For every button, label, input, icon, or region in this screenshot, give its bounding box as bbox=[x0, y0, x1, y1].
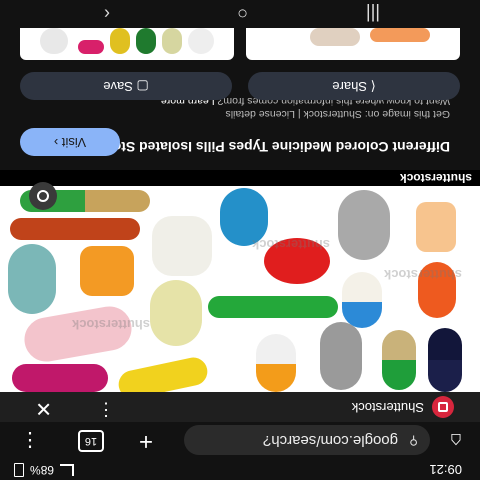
more-vert-icon[interactable]: ⋮ bbox=[97, 399, 115, 420]
watermark: shutterstock bbox=[251, 237, 330, 252]
result-details: Different Colored Medicine Types Pills I… bbox=[0, 70, 480, 170]
pill-magenta-oval bbox=[12, 364, 108, 392]
menu-icon[interactable]: ⋮ bbox=[20, 426, 40, 454]
home-button-icon[interactable]: ○ bbox=[237, 3, 248, 24]
related-pill bbox=[110, 28, 130, 54]
battery-icon bbox=[14, 463, 24, 477]
visit-button[interactable]: Visit › bbox=[20, 128, 120, 156]
image-credit-label: shutterstock bbox=[399, 171, 472, 185]
pill-teal-oval bbox=[8, 244, 56, 314]
status-bar: 09:21 68% bbox=[0, 458, 480, 480]
signal-icon bbox=[60, 464, 75, 476]
pill-white-round bbox=[152, 216, 212, 276]
related-pill bbox=[136, 28, 156, 54]
related-image[interactable] bbox=[20, 28, 234, 60]
status-icons: 68% bbox=[14, 463, 75, 477]
back-icon[interactable]: ‹ bbox=[104, 3, 110, 24]
share-button[interactable]: ⟨ Share bbox=[248, 72, 460, 100]
image-panel-header: Shutterstock ⋮ ✕ bbox=[0, 392, 480, 422]
add-tab-icon[interactable]: + bbox=[132, 427, 160, 455]
image-source-line: Get this image on: Shutterstock | Licens… bbox=[225, 108, 450, 120]
pill-grey-oval bbox=[320, 322, 362, 390]
share-label: Share bbox=[332, 79, 368, 94]
related-images bbox=[0, 28, 480, 70]
pill-orange-square bbox=[80, 246, 134, 296]
related-pill bbox=[188, 28, 214, 54]
watermark: shutterstock bbox=[71, 317, 150, 332]
tabs-icon[interactable]: 16 bbox=[78, 430, 104, 452]
screen: 09:21 68% ⌂ ⚲ google.com/search? + 16 ⋮ … bbox=[0, 0, 480, 480]
related-pill bbox=[78, 40, 104, 54]
site-settings-icon[interactable]: ⚲ bbox=[409, 434, 418, 448]
preview-image[interactable]: shutterstock shutterstock shutterstock s… bbox=[0, 170, 480, 392]
pill-orange-white-capsule bbox=[256, 334, 296, 392]
related-pill bbox=[162, 28, 182, 54]
save-label: Save bbox=[103, 79, 133, 94]
visit-label: Visit bbox=[61, 135, 87, 150]
source-name[interactable]: Shutterstock bbox=[352, 400, 424, 415]
pill-peach-capsule bbox=[416, 202, 456, 252]
image-credit-bar: shutterstock bbox=[0, 170, 480, 186]
home-icon[interactable]: ⌂ bbox=[444, 428, 468, 452]
close-icon[interactable]: ✕ bbox=[35, 396, 52, 421]
system-nav-bar: ||| ○ ‹ bbox=[0, 0, 480, 28]
save-button[interactable]: ▢ Save bbox=[20, 72, 232, 100]
pill-green-capsule bbox=[208, 296, 338, 318]
battery-level: 68% bbox=[30, 463, 55, 477]
watermark: shutterstock bbox=[383, 267, 462, 282]
recents-icon[interactable]: ||| bbox=[366, 3, 380, 24]
related-pill bbox=[310, 28, 360, 46]
pill-cream-oval bbox=[150, 280, 202, 346]
shutterstock-logo bbox=[432, 396, 454, 418]
pill-green-bead-capsule bbox=[382, 330, 416, 390]
pill-blue-white-capsule bbox=[342, 272, 382, 328]
url-text: google.com/search? bbox=[262, 432, 398, 449]
pill-navy-capsule bbox=[428, 328, 462, 392]
browser-toolbar: ⌂ ⚲ google.com/search? + 16 ⋮ bbox=[0, 422, 480, 458]
related-pill bbox=[370, 28, 430, 42]
pill-brown-capsule bbox=[10, 218, 140, 240]
pill-silver-oval bbox=[338, 190, 390, 260]
pill-yellow-capsule bbox=[116, 354, 210, 392]
lens-search-icon[interactable] bbox=[29, 182, 57, 210]
related-image[interactable] bbox=[246, 28, 460, 60]
address-bar[interactable]: ⚲ google.com/search? bbox=[184, 425, 430, 455]
related-pill bbox=[40, 28, 68, 54]
clock: 09:21 bbox=[429, 462, 462, 477]
